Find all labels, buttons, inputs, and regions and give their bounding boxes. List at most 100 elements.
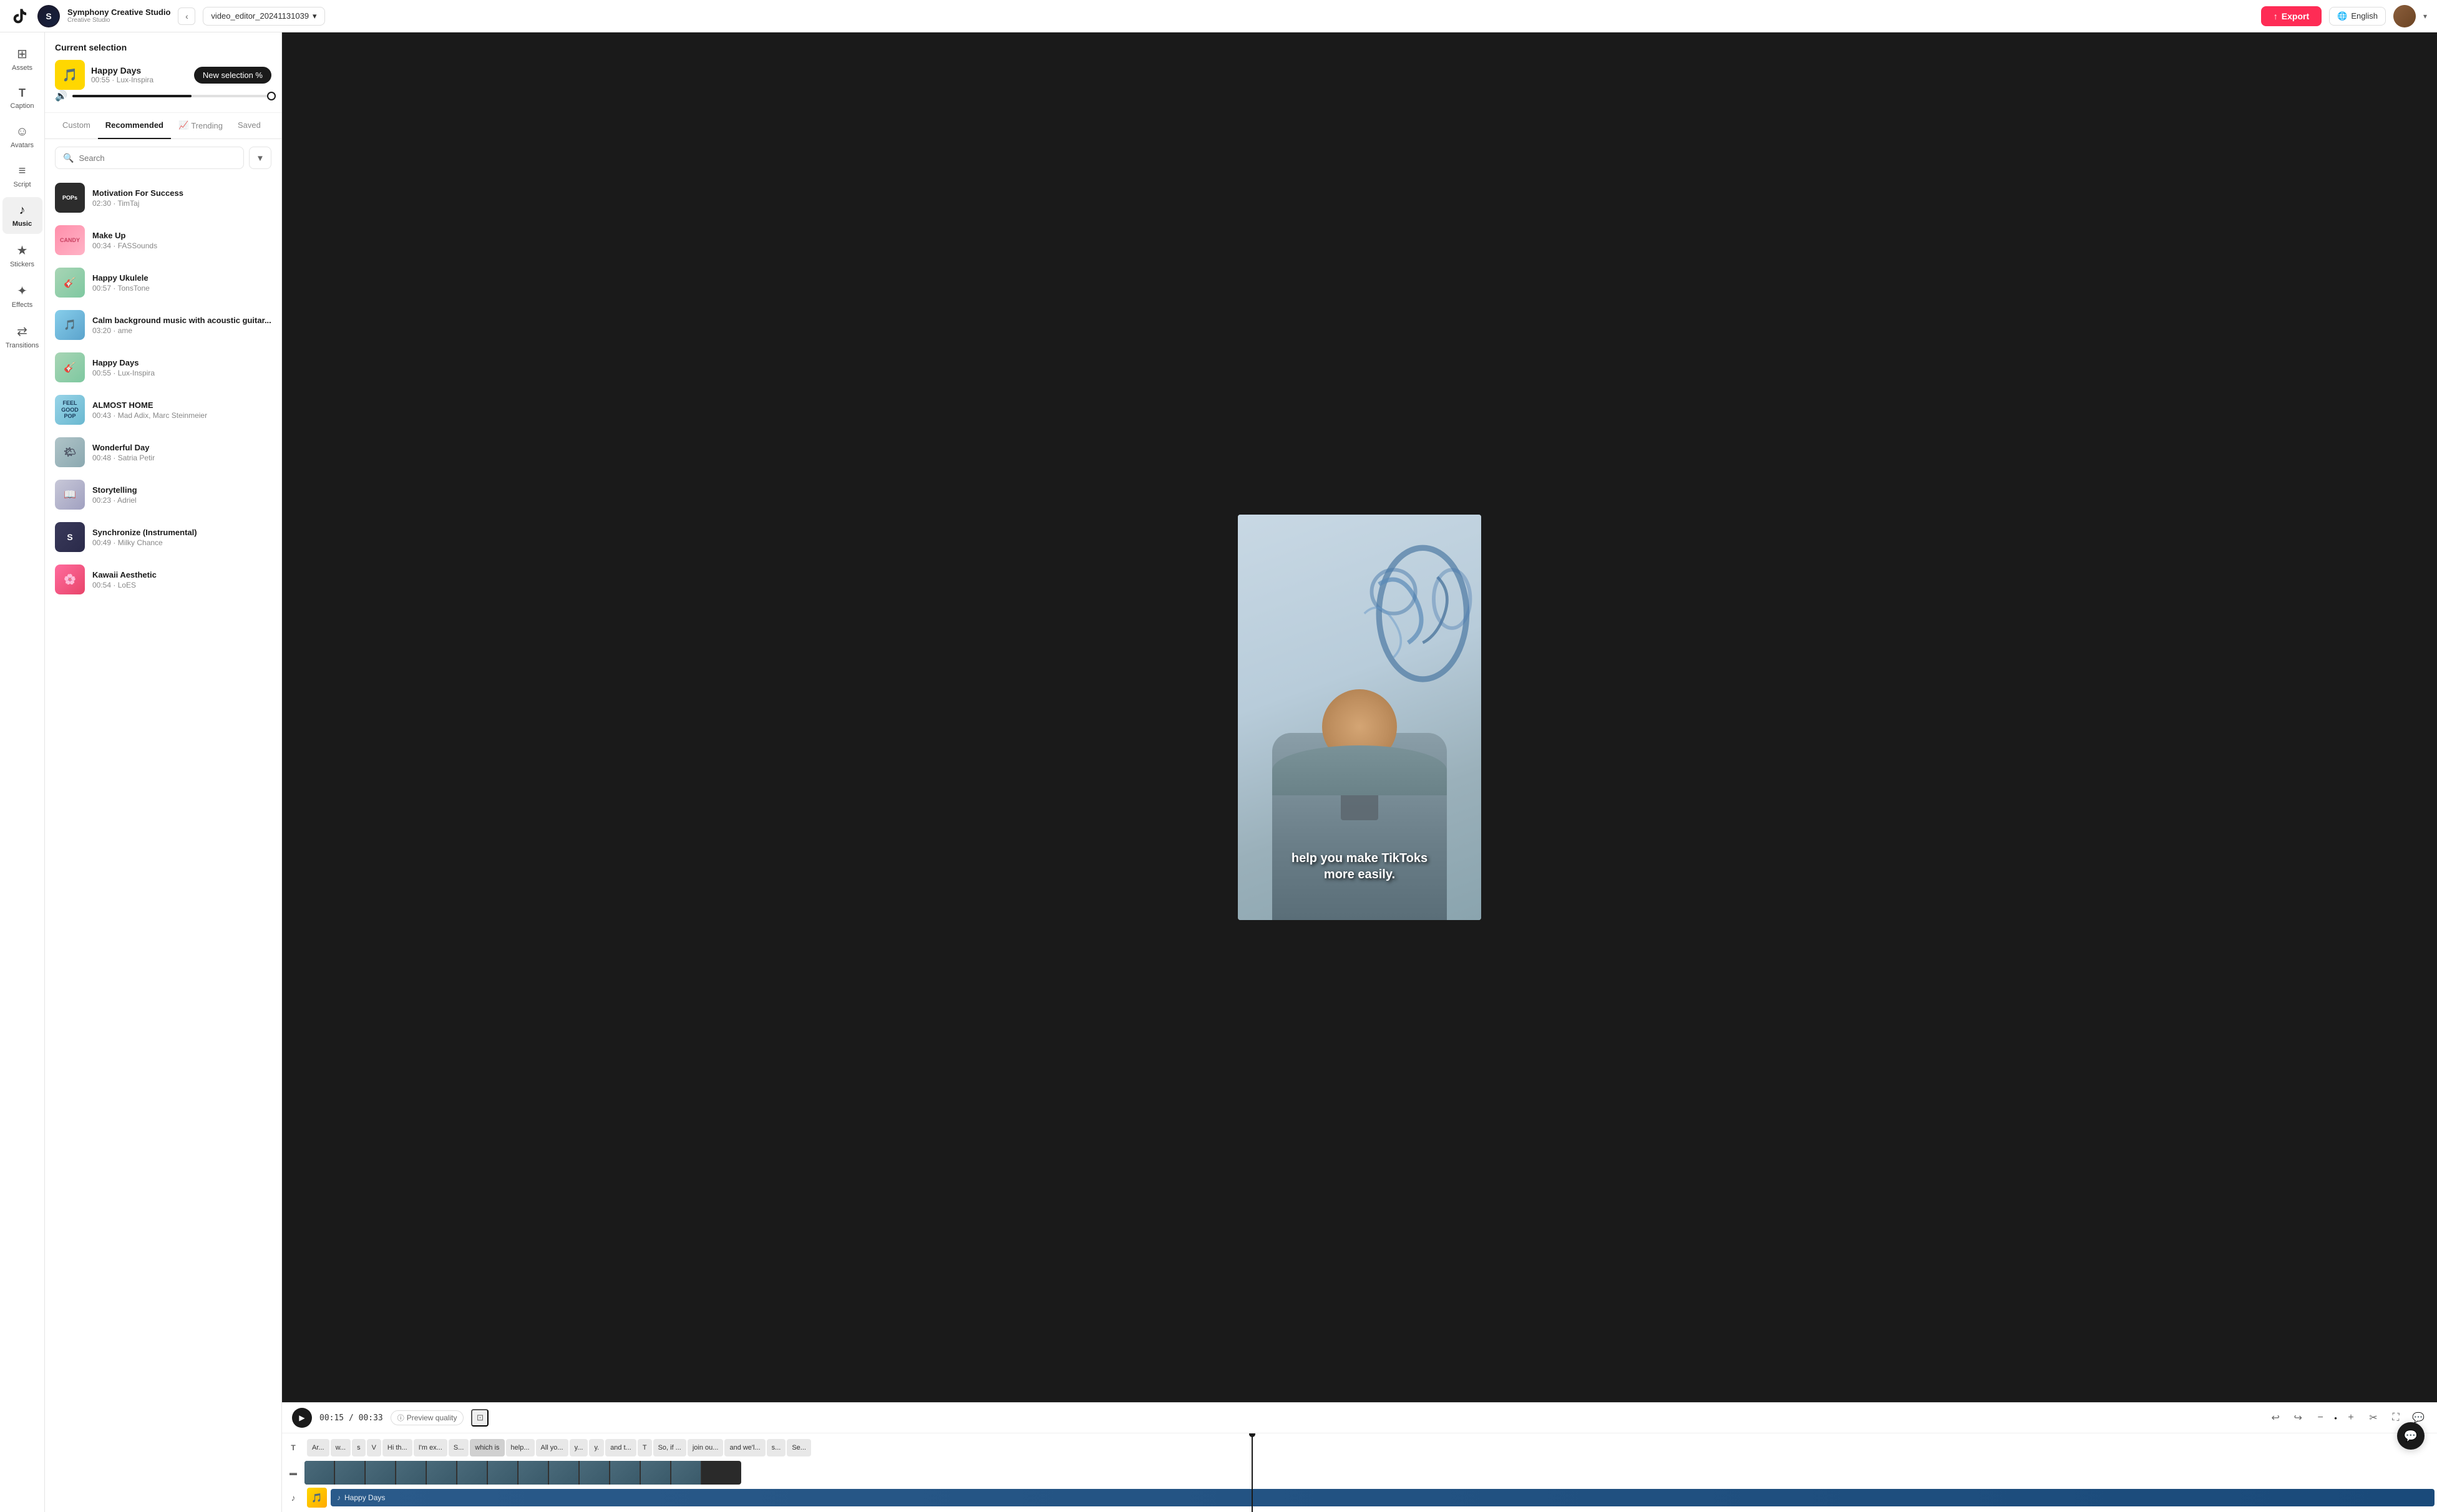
track-thumbnail: FEEL GOOD POP bbox=[55, 395, 85, 425]
user-avatar[interactable] bbox=[2393, 5, 2416, 27]
project-selector[interactable]: video_editor_20241131039 ▾ bbox=[203, 7, 324, 26]
music-track-content: 🎵 ♪ Happy Days bbox=[304, 1485, 2437, 1510]
caption-chip[interactable]: S... bbox=[449, 1439, 469, 1456]
music-panel: Current selection 🎵 Happy Days 00:55 · L… bbox=[45, 32, 282, 1512]
top-nav: S Symphony Creative Studio Creative Stud… bbox=[0, 0, 2437, 32]
tab-recommended[interactable]: Recommended bbox=[98, 113, 171, 139]
fullscreen-button[interactable]: ⛶ bbox=[2387, 1409, 2405, 1427]
list-item[interactable]: FEEL GOOD POP ALMOST HOME 00:43 · Mad Ad… bbox=[45, 389, 281, 431]
caption-chip[interactable]: Hi th... bbox=[382, 1439, 412, 1456]
zoom-indicator: ● bbox=[2334, 1415, 2337, 1421]
list-item[interactable]: 🎵 Calm background music with acoustic gu… bbox=[45, 304, 281, 346]
zoom-out-button[interactable]: − bbox=[2312, 1409, 2329, 1427]
track-item-info: Storytelling 00:23 · Adriel bbox=[92, 485, 137, 505]
video-track-content bbox=[304, 1461, 2437, 1485]
track-item-info: Kawaii Aesthetic 00:54 · LoES bbox=[92, 570, 157, 589]
caption-chip[interactable]: So, if ... bbox=[653, 1439, 686, 1456]
brand-logo: S bbox=[37, 5, 60, 27]
music-track-row: ♪ 🎵 ♪ Happy Days bbox=[282, 1486, 2437, 1510]
nav-back-button[interactable]: ‹ bbox=[178, 7, 195, 25]
globe-icon: 🌐 bbox=[2337, 11, 2347, 21]
caption-chip[interactable]: help... bbox=[506, 1439, 535, 1456]
selected-track-area: 🎵 Happy Days 00:55 · Lux-Inspira New sel… bbox=[55, 60, 271, 90]
export-icon: ↑ bbox=[2274, 11, 2278, 21]
tab-trending[interactable]: 📈 Trending bbox=[171, 113, 230, 139]
search-input[interactable] bbox=[79, 153, 236, 163]
track-item-info: Happy Days 00:55 · Lux-Inspira bbox=[92, 358, 155, 377]
tiktok-logo bbox=[10, 6, 30, 26]
new-selection-button[interactable]: New selection % bbox=[194, 67, 271, 84]
text-icon: T bbox=[291, 1443, 295, 1452]
video-preview: help you make TikToks more easily. bbox=[282, 32, 2437, 1402]
list-item[interactable]: 📖 Storytelling 00:23 · Adriel bbox=[45, 473, 281, 516]
list-item[interactable]: CANDY Make Up 00:34 · FASSounds bbox=[45, 219, 281, 261]
sidebar-item-effects[interactable]: ✦ Effects bbox=[2, 277, 42, 315]
timeline-controls: ▶ 00:15 / 00:33 ⓘ Preview quality ⊡ ↩ ↪ bbox=[282, 1403, 2437, 1433]
caption-chip[interactable]: I'm ex... bbox=[414, 1439, 447, 1456]
sidebar-item-music[interactable]: ♪ Music bbox=[2, 197, 42, 234]
caption-chip[interactable]: Ar... bbox=[307, 1439, 329, 1456]
caption-chip[interactable]: which is bbox=[470, 1439, 504, 1456]
video-frame-thumb bbox=[396, 1461, 426, 1485]
undo-button[interactable]: ↩ bbox=[2267, 1409, 2284, 1427]
tab-saved[interactable]: Saved bbox=[230, 113, 268, 139]
list-item[interactable]: 🌤 Wonderful Day 00:48 · Satria Petir bbox=[45, 431, 281, 473]
brand-name: Symphony Creative Studio Creative Studio bbox=[67, 7, 170, 25]
track-list: POPs Motivation For Success 02:30 · TimT… bbox=[45, 177, 281, 1512]
redo-button[interactable]: ↪ bbox=[2289, 1409, 2307, 1427]
volume-slider[interactable] bbox=[72, 95, 271, 97]
script-icon: ≡ bbox=[19, 164, 26, 178]
caption-chip[interactable]: All yo... bbox=[536, 1439, 568, 1456]
video-frame-thumb bbox=[427, 1461, 457, 1485]
caption-chip[interactable]: w... bbox=[331, 1439, 351, 1456]
video-frame-thumb bbox=[580, 1461, 610, 1485]
language-button[interactable]: 🌐 English bbox=[2329, 7, 2386, 26]
export-button[interactable]: ↑ Export bbox=[2261, 6, 2322, 26]
tab-custom[interactable]: Custom bbox=[55, 113, 98, 139]
caption-chip[interactable]: y. bbox=[589, 1439, 604, 1456]
list-item[interactable]: 🎸 Happy Ukulele 00:57 · TonsTone bbox=[45, 261, 281, 304]
chat-button[interactable]: 💬 bbox=[2397, 1422, 2425, 1450]
caption-chip[interactable]: s... bbox=[767, 1439, 786, 1456]
track-item-info: Synchronize (Instrumental) 00:49 · Milky… bbox=[92, 528, 197, 547]
video-track-icon: ▬ bbox=[282, 1468, 304, 1477]
caption-chips: Ar... w... s V Hi th... I'm ex... S... w… bbox=[304, 1438, 2437, 1458]
play-button[interactable]: ▶ bbox=[292, 1408, 312, 1428]
caption-chip[interactable]: T bbox=[638, 1439, 652, 1456]
caption-chip[interactable]: y... bbox=[570, 1439, 588, 1456]
track-item-info: ALMOST HOME 00:43 · Mad Adix, Marc Stein… bbox=[92, 400, 207, 420]
caption-track-icon: T bbox=[282, 1443, 304, 1452]
sidebar-item-transitions[interactable]: ⇄ Transitions bbox=[2, 317, 42, 356]
list-item[interactable]: 🎸 Happy Days 00:55 · Lux-Inspira bbox=[45, 346, 281, 389]
crop-button[interactable]: ⊡ bbox=[471, 1409, 489, 1427]
caption-chip[interactable]: V bbox=[367, 1439, 381, 1456]
track-thumbnail: 🎸 bbox=[55, 268, 85, 298]
video-frame-thumb bbox=[610, 1461, 640, 1485]
sidebar-item-stickers[interactable]: ★ Stickers bbox=[2, 236, 42, 274]
filter-button[interactable]: ▼ bbox=[249, 147, 271, 169]
cut-button[interactable]: ✂ bbox=[2365, 1409, 2382, 1427]
sidebar-item-assets[interactable]: ⊞ Assets bbox=[2, 40, 42, 78]
zoom-in-button[interactable]: + bbox=[2342, 1409, 2360, 1427]
track-thumbnail: 📖 bbox=[55, 480, 85, 510]
caption-chip[interactable]: and we'l... bbox=[724, 1439, 765, 1456]
list-item[interactable]: POPs Motivation For Success 02:30 · TimT… bbox=[45, 177, 281, 219]
list-item[interactable]: S Synchronize (Instrumental) 00:49 · Mil… bbox=[45, 516, 281, 558]
music-strip[interactable]: ♪ Happy Days bbox=[331, 1489, 2435, 1506]
avatars-icon: ☺ bbox=[16, 125, 28, 139]
preview-quality-button[interactable]: ⓘ Preview quality bbox=[391, 1410, 464, 1425]
video-frame-thumb bbox=[671, 1461, 701, 1485]
sidebar: ⊞ Assets T Caption ☺ Avatars ≡ Script ♪ … bbox=[0, 32, 45, 1512]
caption-chip[interactable]: and t... bbox=[605, 1439, 636, 1456]
video-frame-thumb bbox=[641, 1461, 671, 1485]
track-item-info: Calm background music with acoustic guit… bbox=[92, 316, 271, 335]
sidebar-item-script[interactable]: ≡ Script bbox=[2, 158, 42, 195]
caption-chip[interactable]: Se... bbox=[787, 1439, 811, 1456]
video-frame-thumb bbox=[488, 1461, 518, 1485]
caption-chip[interactable]: join ou... bbox=[688, 1439, 724, 1456]
sidebar-item-avatars[interactable]: ☺ Avatars bbox=[2, 119, 42, 155]
sidebar-item-caption[interactable]: T Caption bbox=[2, 80, 42, 116]
video-strip[interactable] bbox=[304, 1461, 741, 1485]
list-item[interactable]: 🌸 Kawaii Aesthetic 00:54 · LoES bbox=[45, 558, 281, 601]
caption-chip[interactable]: s bbox=[352, 1439, 366, 1456]
